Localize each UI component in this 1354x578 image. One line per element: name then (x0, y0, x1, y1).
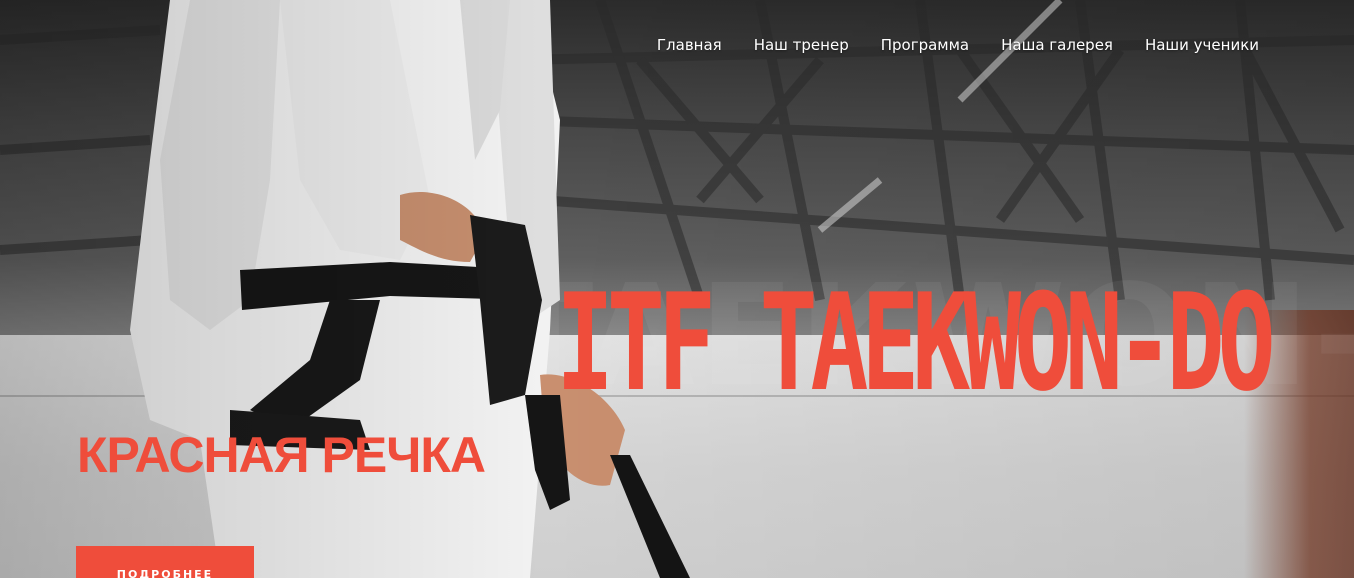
more-button[interactable]: ПОДРОБНЕЕ (76, 546, 254, 578)
main-nav: Главная Наш тренер Программа Наша галере… (657, 36, 1259, 54)
nav-link-students[interactable]: Наши ученики (1145, 36, 1259, 54)
nav-link-home[interactable]: Главная (657, 36, 722, 54)
hero-title: ITF TAEKWON-DO (556, 265, 1276, 421)
nav-link-coach[interactable]: Наш тренер (754, 36, 849, 54)
hero-subtitle: КРАСНАЯ РЕЧКА (77, 427, 486, 483)
nav-link-gallery[interactable]: Наша галерея (1001, 36, 1113, 54)
nav-link-program[interactable]: Программа (881, 36, 969, 54)
hero-section: ITF TAEKWON-DO Главная Наш тренер Програ… (0, 0, 1354, 578)
